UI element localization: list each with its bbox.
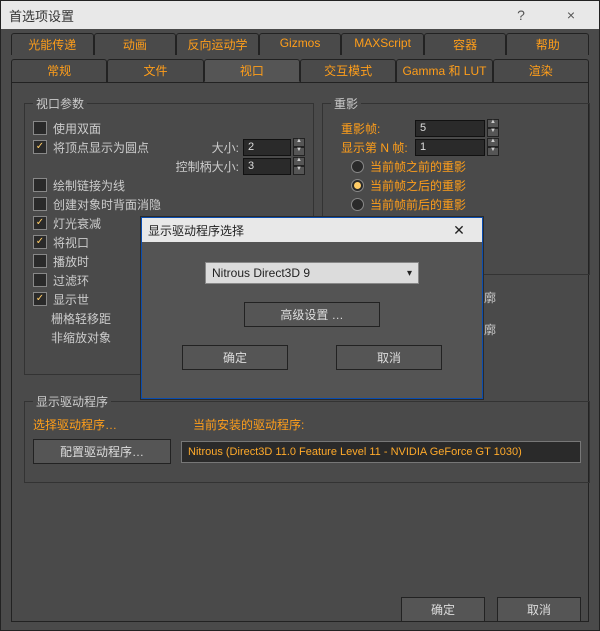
tab-files[interactable]: 文件 [107,59,203,82]
window-buttons: ? × [501,7,591,23]
driver-combo[interactable]: Nitrous Direct3D 9 ▾ [205,262,419,284]
chk-filter[interactable] [33,273,47,287]
titlebar: 首选项设置 ? × [1,1,599,29]
group-ghosting-legend: 重影 [331,95,361,112]
tab-viewport[interactable]: 视口 [204,59,300,82]
cancel-button[interactable]: 取消 [497,597,581,622]
tab-row-2: 常规 文件 视口 交互模式 Gamma 和 LUT 渲染 [1,55,599,82]
chk-double-sided-label: 使用双面 [53,120,101,137]
radio-both[interactable] [351,198,364,211]
help-icon[interactable]: ? [501,7,541,23]
chk-links-as-lines-label: 绘制链接为线 [53,177,125,194]
tab-interaction[interactable]: 交互模式 [300,59,396,82]
radio-before-label: 当前帧之前的重影 [370,158,466,175]
tab-containers[interactable]: 容器 [424,33,507,55]
ghost-frames-spin[interactable]: ▲▼ [487,119,499,137]
spin-size-label: 大小: [212,139,239,156]
tab-general[interactable]: 常规 [11,59,107,82]
radio-both-label: 当前帧前后的重影 [370,196,466,213]
chk-vertex-dots-label: 将顶点显示为圆点 [53,139,149,156]
footer-buttons: 确定 取消 [401,597,581,622]
tab-animation[interactable]: 动画 [94,33,177,55]
config-driver-button[interactable]: 配置驱动程序… [33,439,171,464]
chk-viewport-x[interactable] [33,235,47,249]
nth-frame-spin[interactable]: ▲▼ [487,138,499,156]
chk-vertex-dots[interactable] [33,140,47,154]
group-viewport-params-legend: 视口参数 [33,95,87,112]
current-driver-value: Nitrous (Direct3D 11.0 Feature Level 11 … [181,441,581,463]
ghost-frames-value[interactable]: 5 [415,120,485,137]
chk-light-atten-label: 灯光衰减 [53,215,101,232]
dialog-cancel-button[interactable]: 取消 [336,345,442,370]
spin-size[interactable]: 2 [243,139,291,156]
ok-button[interactable]: 确定 [401,597,485,622]
spin-size-btns[interactable]: ▲▼ [293,138,305,156]
chk-light-atten[interactable] [33,216,47,230]
radio-after[interactable] [351,179,364,192]
window-title: 首选项设置 [9,6,501,25]
chk-show-world-label: 显示世 [53,291,89,308]
chk-backface-cull[interactable] [33,197,47,211]
handle-size-label: 控制柄大小: [176,158,239,175]
chevron-down-icon: ▾ [407,268,412,279]
tab-help[interactable]: 帮助 [506,33,589,55]
dialog-titlebar: 显示驱动程序选择 ✕ [142,218,482,242]
chk-links-as-lines[interactable] [33,178,47,192]
nth-frame-value[interactable]: 1 [415,139,485,156]
group-display-driver: 显示驱动程序 选择驱动程序… 当前安装的驱动程序: 配置驱动程序… Nitrou… [24,393,590,483]
tab-radiosity[interactable]: 光能传递 [11,33,94,55]
chk-playback-label: 播放时 [53,253,89,270]
tab-gamma[interactable]: Gamma 和 LUT [396,59,492,82]
dialog-close-icon[interactable]: ✕ [442,220,476,240]
chk-double-sided-row: 使用双面 [33,119,305,137]
ghost-frames-label: 重影帧: [341,120,415,137]
chk-filter-label: 过滤环 [53,272,89,289]
choose-driver-label: 选择驱动程序… [33,416,183,433]
tab-row-1: 光能传递 动画 反向运动学 Gizmos MAXScript 容器 帮助 [1,29,599,55]
tab-gizmos[interactable]: Gizmos [259,33,342,55]
radio-before[interactable] [351,160,364,173]
chk-playback[interactable] [33,254,47,268]
group-display-driver-legend: 显示驱动程序 [33,393,111,410]
tab-render[interactable]: 渲染 [493,59,589,82]
spin-handle-size[interactable]: 3 [243,158,291,175]
close-icon[interactable]: × [551,7,591,23]
dialog-ok-button[interactable]: 确定 [182,345,288,370]
nth-frame-label: 显示第 N 帧: [341,139,415,156]
driver-select-dialog: 显示驱动程序选择 ✕ Nitrous Direct3D 9 ▾ 高级设置 … 确… [141,217,483,399]
preferences-window: 首选项设置 ? × 光能传递 动画 反向运动学 Gizmos MAXScript… [0,0,600,631]
handle-size-row: 控制柄大小: 3 ▲▼ [33,157,305,175]
dialog-title: 显示驱动程序选择 [148,222,244,239]
chk-double-sided[interactable] [33,121,47,135]
tab-ik[interactable]: 反向运动学 [176,33,259,55]
advanced-settings-button[interactable]: 高级设置 … [244,302,380,327]
current-driver-label: 当前安装的驱动程序: [193,416,304,433]
chk-show-world[interactable] [33,292,47,306]
chk-backface-cull-label: 创建对象时背面消隐 [53,196,161,213]
chk-vertex-dots-row: 将顶点显示为圆点 大小: 2 ▲▼ [33,138,305,156]
driver-combo-value: Nitrous Direct3D 9 [212,266,310,280]
radio-after-label: 当前帧之后的重影 [370,177,466,194]
tab-maxscript[interactable]: MAXScript [341,33,424,55]
spin-handle-size-btns[interactable]: ▲▼ [293,157,305,175]
chk-viewport-x-label: 将视口 [53,234,89,251]
